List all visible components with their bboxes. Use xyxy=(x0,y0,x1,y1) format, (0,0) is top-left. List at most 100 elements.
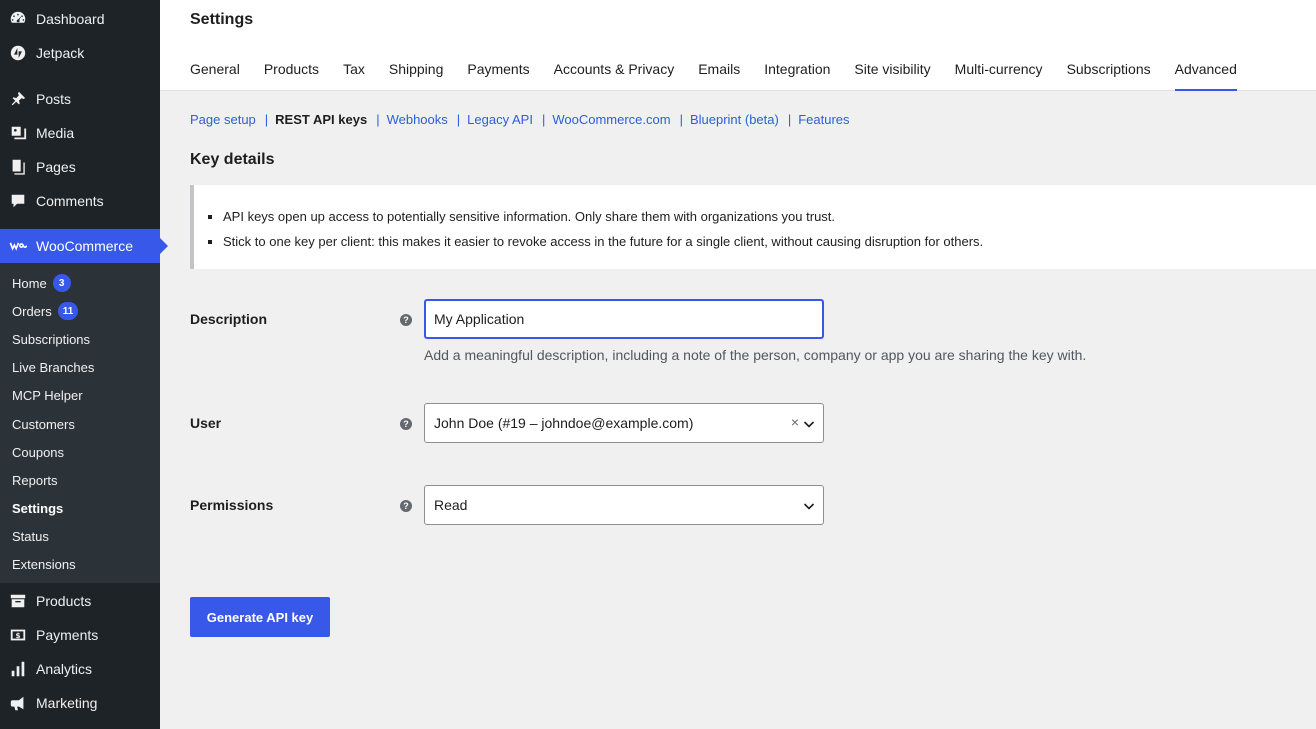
pin-icon xyxy=(8,89,28,109)
subnav-separator: | xyxy=(264,112,269,127)
subnav-rest-api-keys: REST API keys xyxy=(275,112,368,127)
tab-payments[interactable]: Payments xyxy=(467,50,529,91)
submenu-item-status[interactable]: Status xyxy=(0,523,160,551)
tab-products[interactable]: Products xyxy=(264,50,319,91)
advanced-subnav: Page setup | REST API keys | Webhooks | … xyxy=(190,112,850,127)
info-notice: API keys open up access to potentially s… xyxy=(190,185,1316,269)
subnav-webhooks[interactable]: Webhooks xyxy=(387,112,448,127)
media-icon xyxy=(8,123,28,143)
megaphone-icon xyxy=(8,693,28,713)
jetpack-icon xyxy=(8,43,28,63)
menu-label: Media xyxy=(36,125,75,141)
notice-list: API keys open up access to potentially s… xyxy=(208,204,1316,254)
user-select[interactable]: John Doe (#19 – johndoe@example.com) × xyxy=(424,403,824,443)
menu-item-woocommerce[interactable]: WooCommerce xyxy=(0,229,168,263)
submenu-label: Live Branches xyxy=(12,360,95,376)
menu-item-marketing[interactable]: Marketing xyxy=(0,686,160,720)
settings-header: Settings General Products Tax Shipping P… xyxy=(160,0,1316,91)
tab-general[interactable]: General xyxy=(190,50,240,91)
count-badge: 11 xyxy=(57,302,79,321)
submenu-item-customers[interactable]: Customers xyxy=(0,410,160,438)
subnav-features[interactable]: Features xyxy=(798,112,849,127)
tab-shipping[interactable]: Shipping xyxy=(389,50,444,91)
menu-item-jetpack[interactable]: Jetpack xyxy=(0,36,160,70)
submenu-item-settings[interactable]: Settings xyxy=(0,495,160,523)
subnav-woocommerce-com[interactable]: WooCommerce.com xyxy=(552,112,670,127)
subnav-separator: | xyxy=(541,112,546,127)
pages-icon xyxy=(8,157,28,177)
menu-label: Marketing xyxy=(36,695,98,712)
dashboard-icon xyxy=(8,9,28,29)
menu-label: Payments xyxy=(36,627,99,644)
submenu-label: Settings xyxy=(12,501,64,517)
tab-integration[interactable]: Integration xyxy=(764,50,830,91)
tab-site-visibility[interactable]: Site visibility xyxy=(854,50,930,91)
chevron-down-icon xyxy=(803,499,815,511)
chevron-down-icon xyxy=(803,417,815,429)
subnav-page-setup[interactable]: Page setup xyxy=(190,112,256,127)
payments-icon: $ xyxy=(8,625,28,645)
settings-tabs: General Products Tax Shipping Payments A… xyxy=(190,50,1237,91)
subnav-separator: | xyxy=(787,112,792,127)
clear-icon[interactable]: × xyxy=(791,414,799,430)
tab-subscriptions[interactable]: Subscriptions xyxy=(1067,50,1151,91)
subnav-blueprint[interactable]: Blueprint (beta) xyxy=(690,112,779,127)
menu-item-payments[interactable]: $ Payments xyxy=(0,618,160,652)
menu-item-comments[interactable]: Comments xyxy=(0,184,160,218)
submenu-item-extensions[interactable]: Extensions xyxy=(0,551,160,579)
subnav-legacy-api[interactable]: Legacy API xyxy=(467,112,533,127)
main-content: Page setup | REST API keys | Webhooks | … xyxy=(160,91,1316,729)
menu-label: Jetpack xyxy=(36,45,85,61)
submenu-item-live-branches[interactable]: Live Branches xyxy=(0,354,160,382)
submenu-label: Orders xyxy=(12,303,52,319)
submenu-item-coupons[interactable]: Coupons xyxy=(0,438,160,466)
user-selected-value: John Doe (#19 – johndoe@example.com) xyxy=(434,415,694,431)
submenu-label: Extensions xyxy=(12,557,76,573)
submenu-item-subscriptions[interactable]: Subscriptions xyxy=(0,325,160,353)
menu-label: WooCommerce xyxy=(36,238,133,254)
menu-item-pages[interactable]: Pages xyxy=(0,150,160,184)
archive-icon xyxy=(8,591,28,611)
submenu-label: Reports xyxy=(12,472,58,488)
section-title: Key details xyxy=(190,151,275,168)
woocommerce-icon xyxy=(8,236,28,256)
woocommerce-submenu: Home 3 Orders 11 Subscriptions Live Branch… xyxy=(0,263,160,584)
permissions-select[interactable]: Read xyxy=(424,485,824,525)
submenu-label: MCP Helper xyxy=(12,388,83,404)
menu-item-media[interactable]: Media xyxy=(0,116,160,150)
tab-tax[interactable]: Tax xyxy=(343,50,365,91)
description-input[interactable] xyxy=(424,299,824,339)
submenu-label: Coupons xyxy=(12,444,65,460)
page-title: Settings xyxy=(190,11,254,28)
menu-item-posts[interactable]: Posts xyxy=(0,82,160,116)
description-label: Description xyxy=(190,311,268,327)
help-icon[interactable]: ? xyxy=(400,314,412,326)
menu-label: Posts xyxy=(36,91,72,107)
tab-advanced[interactable]: Advanced xyxy=(1174,50,1237,91)
submenu-item-orders[interactable]: Orders 11 xyxy=(0,297,160,325)
svg-text:$: $ xyxy=(15,631,20,640)
submenu-item-mcp-helper[interactable]: MCP Helper xyxy=(0,382,160,410)
subnav-separator: | xyxy=(376,112,380,127)
generate-api-key-button[interactable]: Generate API key xyxy=(190,597,330,637)
menu-label: Products xyxy=(36,593,92,610)
submenu-item-reports[interactable]: Reports xyxy=(0,466,160,494)
tab-multi-currency[interactable]: Multi-currency xyxy=(955,50,1043,91)
subnav-separator: | xyxy=(456,112,461,127)
menu-item-products[interactable]: Products xyxy=(0,584,160,618)
help-icon[interactable]: ? xyxy=(400,500,412,512)
tab-emails[interactable]: Emails xyxy=(698,50,740,91)
submenu-label: Home xyxy=(12,275,47,291)
help-icon[interactable]: ? xyxy=(400,418,412,430)
menu-item-analytics[interactable]: Analytics xyxy=(0,652,160,686)
menu-label: Pages xyxy=(36,159,76,175)
tab-accounts-privacy[interactable]: Accounts & Privacy xyxy=(554,50,675,91)
subnav-separator: | xyxy=(679,112,683,127)
notice-item: API keys open up access to potentially s… xyxy=(208,204,1316,229)
submenu-label: Subscriptions xyxy=(12,331,91,347)
description-help-text: Add a meaningful description, including … xyxy=(424,347,1087,363)
count-badge: 3 xyxy=(52,274,71,293)
submenu-item-home[interactable]: Home 3 xyxy=(0,269,160,297)
menu-item-dashboard[interactable]: Dashboard xyxy=(0,2,160,36)
submenu-label: Status xyxy=(12,529,49,545)
